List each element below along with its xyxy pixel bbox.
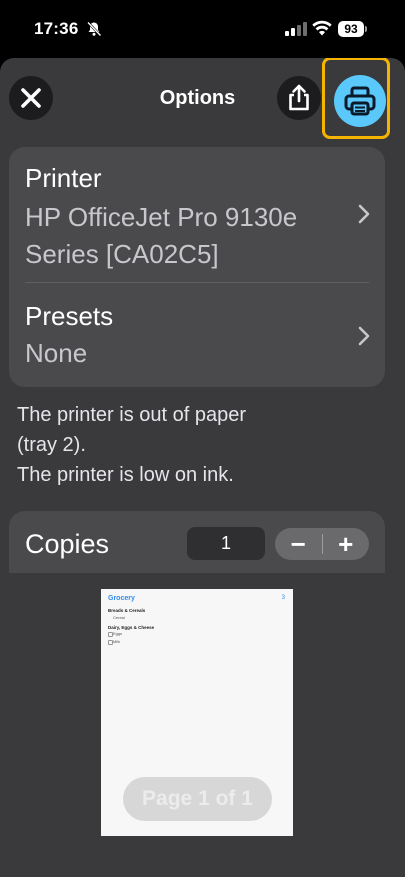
doc-item: Milk	[113, 639, 121, 644]
doc-section: Breads & Cereals	[108, 608, 146, 613]
bell-slash-icon	[87, 21, 102, 37]
doc-section: Dairy, Eggs & Cheese	[108, 625, 155, 630]
print-button[interactable]	[334, 75, 386, 127]
copies-stepper: − +	[275, 528, 369, 560]
copies-input[interactable]: 1	[187, 527, 265, 560]
copies-label: Copies	[25, 529, 110, 559]
presets-value: None	[25, 338, 88, 368]
status-time: 17:36	[34, 19, 79, 38]
printer-icon	[344, 86, 376, 116]
printer-row[interactable]: Printer HP OfficeJet Pro 9130e Series [C…	[9, 147, 385, 282]
printer-status-message: The printer is out of paper (tray 2). Th…	[17, 400, 387, 490]
share-button[interactable]	[277, 76, 321, 120]
status-line: (tray 2).	[17, 434, 86, 456]
share-icon	[289, 84, 309, 111]
decrement-button[interactable]: −	[275, 528, 322, 560]
chevron-right-icon	[358, 204, 370, 224]
page-indicator: Page 1 of 1	[123, 777, 272, 821]
status-line: The printer is out of paper	[17, 404, 247, 426]
doc-count: 3	[281, 595, 285, 601]
presets-label: Presets	[25, 301, 114, 331]
doc-title: Grocery	[108, 595, 135, 602]
doc-item: Eggs	[113, 631, 123, 636]
print-preview-area: Grocery 3 Breads & Cereals Cereal Dairy,…	[0, 573, 405, 877]
status-bar: 17:36 93	[0, 0, 405, 58]
printer-label: Printer	[25, 163, 102, 193]
status-line: The printer is low on ink.	[17, 464, 234, 486]
wifi-icon	[312, 20, 332, 36]
printer-settings-card: Printer HP OfficeJet Pro 9130e Series [C…	[9, 147, 385, 387]
doc-item: Cereal	[113, 615, 125, 620]
battery-indicator: 93	[338, 21, 368, 37]
battery-level: 93	[338, 21, 364, 37]
print-options-sheet: Options Printer HP OfficeJet Pro 9130e S…	[0, 58, 405, 877]
presets-row[interactable]: Presets None	[9, 283, 385, 387]
printer-name: HP OfficeJet Pro 9130e Series [CA02C5]	[25, 202, 298, 269]
battery-nub	[365, 26, 367, 32]
chevron-right-icon	[358, 326, 370, 346]
increment-button[interactable]: +	[323, 528, 370, 560]
cellular-signal-icon	[285, 22, 307, 36]
